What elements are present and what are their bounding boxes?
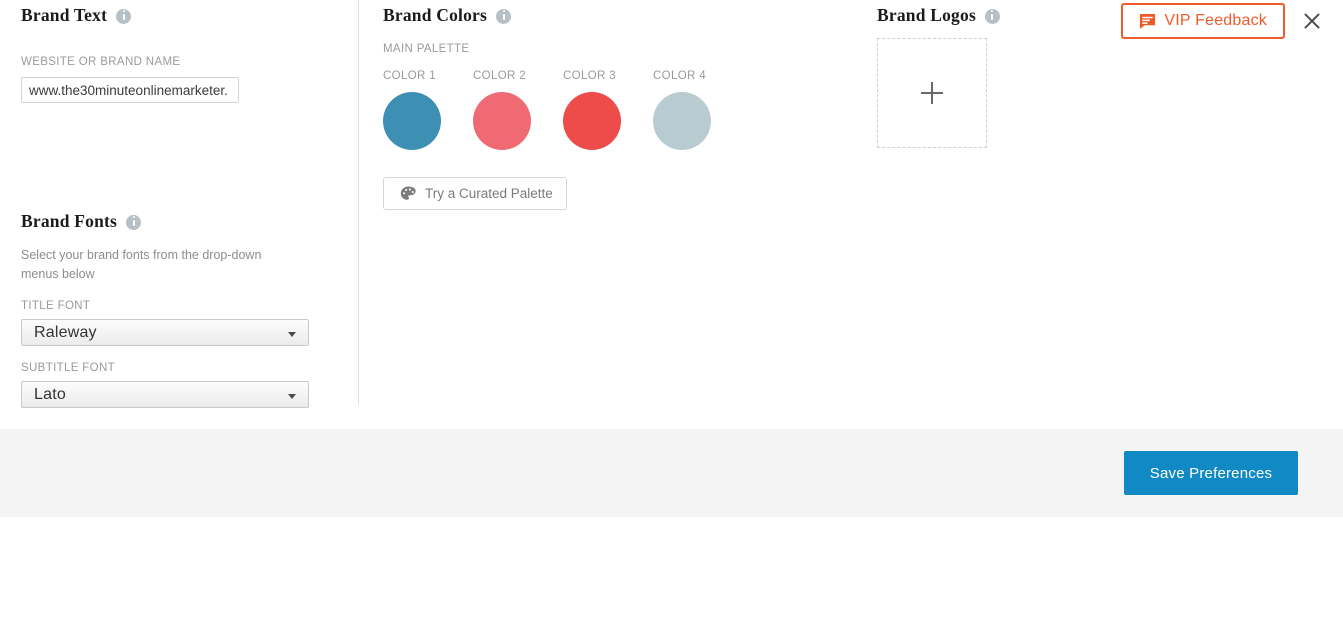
website-or-brand-name-input[interactable] <box>21 77 239 103</box>
feedback-area: VIP Feedback <box>1121 3 1325 39</box>
subtitle-font-group: SUBTITLE FONT Lato <box>21 362 321 408</box>
color-swatch-label: COLOR 1 <box>383 70 436 82</box>
footer-bar: Save Preferences <box>0 429 1343 517</box>
vip-feedback-button[interactable]: VIP Feedback <box>1121 3 1285 39</box>
brand-fonts-description: Select your brand fonts from the drop-do… <box>21 248 262 281</box>
color-swatch-1: COLOR 1 <box>383 70 473 150</box>
try-curated-palette-button[interactable]: Try a Curated Palette <box>383 177 567 210</box>
comment-icon <box>1140 13 1156 29</box>
brand-preferences-page: Brand Text WEBSITE OR BRAND NAME Brand F… <box>0 0 1343 620</box>
color-swatch-label: COLOR 4 <box>653 70 706 82</box>
brand-logos-section: Brand Logos <box>877 5 1137 148</box>
content-area: Brand Text WEBSITE OR BRAND NAME Brand F… <box>0 0 1343 429</box>
color-swatch-dot[interactable] <box>563 92 621 150</box>
add-logo-dropzone[interactable] <box>877 38 987 148</box>
title-font-value: Raleway <box>34 323 97 341</box>
close-icon[interactable] <box>1299 8 1325 34</box>
subtitle-font-label: SUBTITLE FONT <box>21 362 116 374</box>
vip-feedback-label: VIP Feedback <box>1164 12 1267 29</box>
brand-fonts-title: Brand Fonts <box>21 211 118 231</box>
color-swatch-2: COLOR 2 <box>473 70 563 150</box>
brand-text-header: Brand Text <box>21 5 321 25</box>
brand-colors-header: Brand Colors <box>383 5 843 25</box>
color-swatch-dot[interactable] <box>653 92 711 150</box>
subtitle-font-value: Lato <box>34 385 66 403</box>
plus-icon <box>921 82 943 104</box>
brand-text-section: Brand Text WEBSITE OR BRAND NAME <box>21 5 321 103</box>
title-font-group: TITLE FONT Raleway <box>21 300 321 346</box>
chevron-down-icon <box>288 332 296 337</box>
color-swatch-dot[interactable] <box>383 92 441 150</box>
title-font-label: TITLE FONT <box>21 300 91 312</box>
color-swatch-4: COLOR 4 <box>653 70 743 150</box>
info-icon[interactable] <box>116 8 132 24</box>
palette-icon <box>400 186 416 200</box>
brand-text-title: Brand Text <box>21 5 108 25</box>
column-divider <box>358 0 359 404</box>
brand-fonts-header: Brand Fonts <box>21 211 321 231</box>
save-preferences-button[interactable]: Save Preferences <box>1124 451 1298 495</box>
brand-colors-title: Brand Colors <box>383 5 488 25</box>
subtitle-font-select[interactable]: Lato <box>21 381 309 408</box>
color-swatch-dot[interactable] <box>473 92 531 150</box>
info-icon[interactable] <box>496 8 512 24</box>
title-font-select[interactable]: Raleway <box>21 319 309 346</box>
brand-fonts-section: Brand Fonts Select your brand fonts from… <box>21 211 321 408</box>
website-field-label: WEBSITE OR BRAND NAME <box>21 56 181 68</box>
main-palette-label: MAIN PALETTE <box>383 43 470 55</box>
brand-colors-section: Brand Colors MAIN PALETTE COLOR 1 COLOR … <box>383 5 843 210</box>
color-swatch-3: COLOR 3 <box>563 70 653 150</box>
color-swatch-row: COLOR 1 COLOR 2 COLOR 3 COLOR 4 <box>383 70 843 150</box>
brand-logos-title: Brand Logos <box>877 5 976 25</box>
brand-logos-header: Brand Logos <box>877 5 1137 25</box>
color-swatch-label: COLOR 3 <box>563 70 616 82</box>
info-icon[interactable] <box>984 8 1000 24</box>
info-icon[interactable] <box>126 214 142 230</box>
chevron-down-icon <box>288 394 296 399</box>
try-curated-palette-label: Try a Curated Palette <box>425 186 553 201</box>
color-swatch-label: COLOR 2 <box>473 70 526 82</box>
